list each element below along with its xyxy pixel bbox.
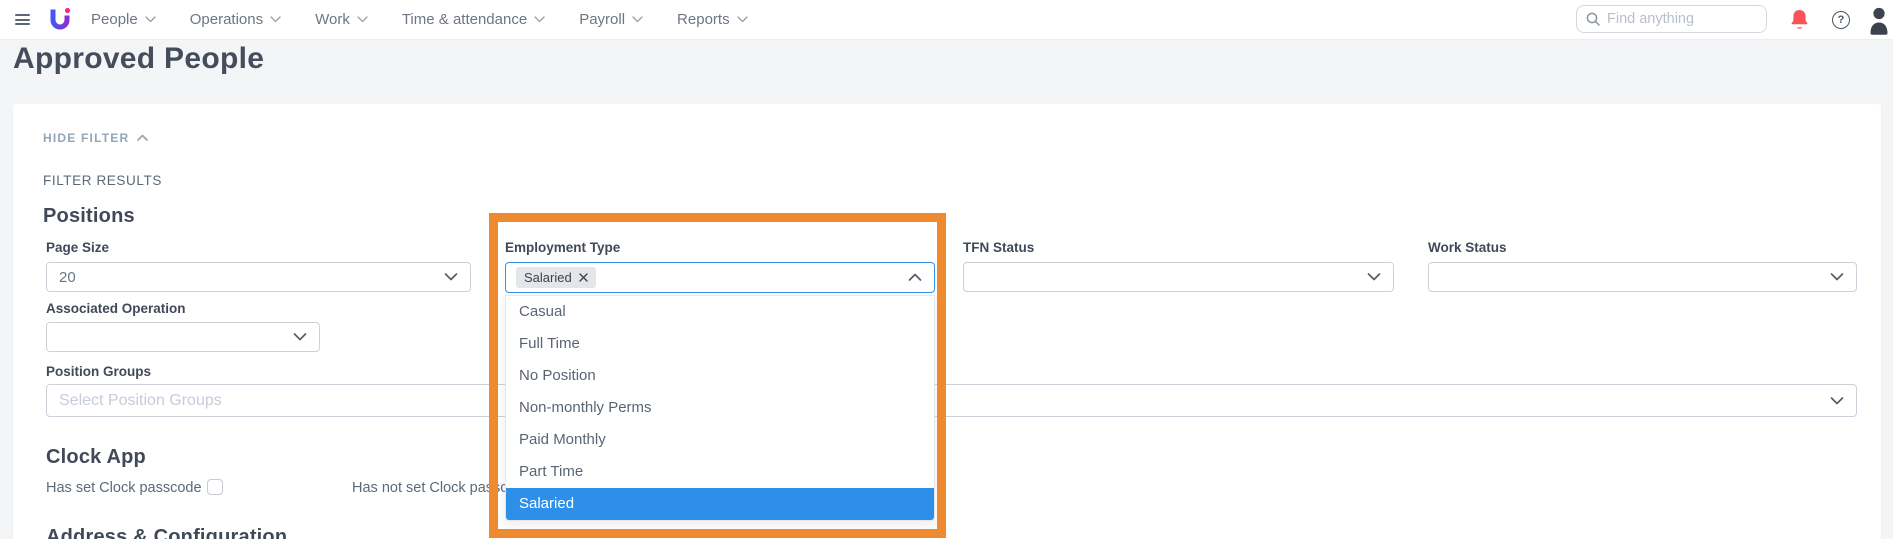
tfn-status-select[interactable] bbox=[963, 262, 1394, 292]
positions-section-heading: Positions bbox=[43, 205, 135, 227]
has-set-passcode-checkbox[interactable] bbox=[207, 479, 223, 495]
address-configuration-section-heading: Address & Configuration bbox=[46, 526, 288, 539]
help-button[interactable]: ? bbox=[1828, 0, 1854, 40]
selected-tag-salaried: Salaried bbox=[516, 267, 596, 288]
page-size-value: 20 bbox=[59, 268, 76, 286]
page-title: Approved People bbox=[13, 42, 265, 75]
employment-type-option-casual[interactable]: Casual bbox=[506, 296, 934, 328]
employment-type-option-full-time[interactable]: Full Time bbox=[506, 328, 934, 360]
employment-type-label: Employment Type bbox=[505, 240, 621, 255]
nav-item-payroll[interactable]: Payroll bbox=[579, 11, 643, 28]
employment-type-option-salaried[interactable]: Salaried bbox=[506, 488, 934, 520]
page-size-select[interactable]: 20 bbox=[46, 262, 471, 292]
hamburger-menu-icon[interactable] bbox=[15, 14, 30, 25]
search-icon bbox=[1586, 12, 1600, 26]
chevron-down-icon bbox=[1830, 273, 1844, 281]
employment-type-select[interactable]: Salaried bbox=[505, 262, 935, 293]
user-avatar[interactable] bbox=[1864, 0, 1893, 40]
nav-item-reports[interactable]: Reports bbox=[677, 11, 748, 28]
work-status-label: Work Status bbox=[1428, 240, 1507, 255]
nav-item-label: People bbox=[91, 11, 138, 28]
top-nav-bar: People Operations Work Time & attendance Pay… bbox=[0, 0, 1893, 40]
nav-item-time-attendance[interactable]: Time & attendance bbox=[402, 11, 545, 28]
associated-operation-select[interactable] bbox=[46, 322, 320, 352]
page-size-label: Page Size bbox=[46, 240, 110, 255]
nav-item-label: Work bbox=[315, 11, 350, 28]
associated-operation-label: Associated Operation bbox=[46, 301, 186, 316]
nav-item-label: Time & attendance bbox=[401, 11, 528, 28]
main-nav: People Operations Work Time & attendance Pay… bbox=[91, 11, 748, 28]
has-set-passcode-label: Has set Clock passcode bbox=[46, 480, 202, 496]
nav-item-label: Operations bbox=[189, 11, 264, 28]
chevron-down-icon bbox=[357, 16, 368, 23]
work-status-select[interactable] bbox=[1428, 262, 1857, 292]
employment-type-option-paid-monthly[interactable]: Paid Monthly bbox=[506, 424, 934, 456]
chevron-down-icon bbox=[293, 333, 307, 341]
employment-type-menu: Casual Full Time No Position Non-monthly Pe… bbox=[505, 295, 935, 521]
app-screen: People Operations Work Time & attendance Pay… bbox=[0, 0, 1893, 539]
position-groups-placeholder: Select Position Groups bbox=[59, 391, 222, 409]
chevron-down-icon bbox=[444, 273, 458, 281]
chevron-down-icon bbox=[1830, 396, 1844, 404]
hide-filter-label: HIDE FILTER bbox=[43, 131, 130, 145]
nav-item-label: Reports bbox=[677, 11, 730, 28]
nav-item-work[interactable]: Work bbox=[315, 11, 368, 28]
hide-filter-toggle[interactable]: HIDE FILTER bbox=[43, 131, 149, 145]
search-input[interactable] bbox=[1607, 11, 1737, 27]
chevron-down-icon bbox=[534, 16, 545, 23]
global-search[interactable] bbox=[1576, 5, 1767, 33]
clock-app-section-heading: Clock App bbox=[46, 446, 146, 468]
chevron-down-icon bbox=[736, 16, 748, 23]
person-icon bbox=[1870, 7, 1888, 35]
app-logo[interactable] bbox=[49, 7, 71, 33]
employment-type-option-no-position[interactable]: No Position bbox=[506, 360, 934, 392]
chevron-up-icon bbox=[137, 134, 149, 142]
chevron-down-icon bbox=[145, 16, 156, 23]
selected-tag-label: Salaried bbox=[524, 270, 572, 285]
collapse-dropdown-control[interactable] bbox=[908, 273, 922, 282]
nav-item-label: Payroll bbox=[579, 11, 626, 28]
notifications-button[interactable] bbox=[1786, 0, 1812, 40]
foundu-logo-icon bbox=[50, 7, 71, 29]
remove-tag-icon[interactable] bbox=[579, 273, 588, 282]
employment-type-option-non-monthly-perms[interactable]: Non-monthly Perms bbox=[506, 392, 934, 424]
question-mark-icon: ? bbox=[1832, 11, 1850, 29]
position-groups-label: Position Groups bbox=[46, 364, 152, 379]
nav-item-people[interactable]: People bbox=[91, 11, 156, 28]
bell-icon bbox=[1790, 10, 1808, 29]
position-groups-select[interactable]: Select Position Groups bbox=[46, 384, 1857, 417]
chevron-down-icon bbox=[1367, 273, 1381, 281]
tfn-status-label: TFN Status bbox=[963, 240, 1035, 255]
filter-results-heading: FILTER RESULTS bbox=[43, 173, 162, 188]
chevron-down-icon bbox=[632, 16, 643, 23]
chevron-up-icon bbox=[908, 273, 922, 281]
employment-type-option-part-time[interactable]: Part Time bbox=[506, 456, 934, 488]
nav-item-operations[interactable]: Operations bbox=[190, 11, 281, 28]
chevron-down-icon bbox=[270, 16, 281, 23]
